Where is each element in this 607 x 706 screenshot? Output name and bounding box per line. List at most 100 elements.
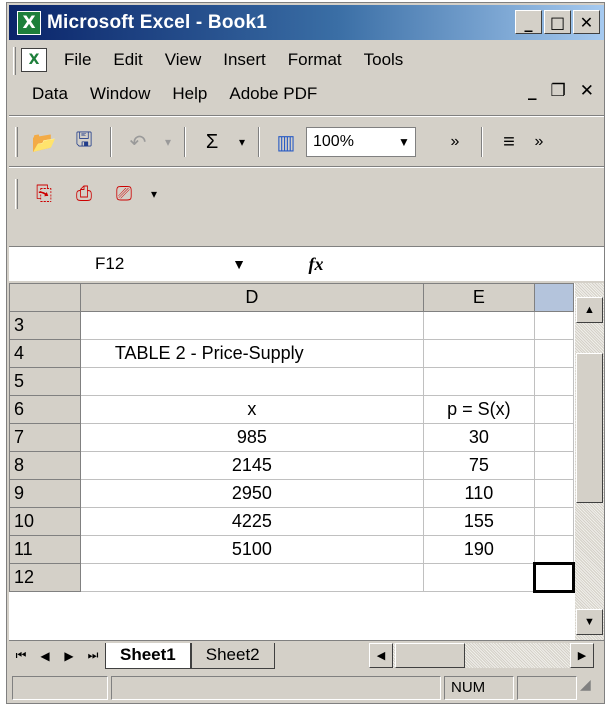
cell-f11[interactable] bbox=[533, 535, 575, 564]
open-button[interactable]: 📂 bbox=[27, 125, 61, 159]
cell-d6[interactable]: x bbox=[79, 395, 424, 424]
menu-file[interactable]: File bbox=[53, 50, 102, 70]
cell-e7[interactable]: 30 bbox=[422, 423, 535, 452]
vertical-scroll-thumb[interactable] bbox=[576, 353, 603, 503]
toolbar-options-button[interactable]: » bbox=[438, 125, 472, 159]
menu-help[interactable]: Help bbox=[161, 84, 218, 104]
minimize-button[interactable]: _ bbox=[515, 10, 542, 34]
menu-window[interactable]: Window bbox=[79, 84, 161, 104]
menu-edit[interactable]: Edit bbox=[102, 50, 153, 70]
row-header[interactable]: 12 bbox=[9, 563, 81, 592]
row-header[interactable]: 8 bbox=[9, 451, 81, 480]
prev-sheet-button[interactable]: ◀ bbox=[33, 649, 57, 663]
save-button[interactable]: 🖫 bbox=[67, 125, 101, 159]
cell-e11[interactable]: 190 bbox=[422, 535, 535, 564]
row-header[interactable]: 9 bbox=[9, 479, 81, 508]
cell-f9[interactable] bbox=[533, 479, 575, 508]
cell-e12[interactable] bbox=[422, 563, 535, 592]
cell-f3[interactable] bbox=[533, 311, 575, 340]
cell-e3[interactable] bbox=[422, 311, 535, 340]
row-header[interactable]: 7 bbox=[9, 423, 81, 452]
doc-minimize-button[interactable]: _ bbox=[528, 81, 537, 101]
row-header[interactable]: 11 bbox=[9, 535, 81, 564]
cell-f5[interactable] bbox=[533, 367, 575, 396]
cell-d7[interactable]: 985 bbox=[79, 423, 424, 452]
column-header-f[interactable] bbox=[533, 283, 575, 312]
pdf-review-button[interactable]: ⎚ bbox=[107, 177, 141, 211]
tab-sheet1[interactable]: Sheet1 bbox=[105, 642, 191, 669]
cell-e8[interactable]: 75 bbox=[422, 451, 535, 480]
toolbar-grip[interactable] bbox=[15, 127, 18, 157]
scroll-up-button[interactable]: ▲ bbox=[576, 297, 603, 323]
row-header[interactable]: 3 bbox=[9, 311, 81, 340]
horizontal-scrollbar[interactable]: ◀ ▶ bbox=[369, 643, 594, 668]
menu-insert[interactable]: Insert bbox=[212, 50, 277, 70]
worksheet-grid[interactable]: D E 3 4 TABLE 2 - Price-Supply 5 6 x p =… bbox=[9, 283, 575, 640]
cell-f4[interactable] bbox=[533, 339, 575, 368]
cell-d9[interactable]: 2950 bbox=[79, 479, 424, 508]
toolbar-grip[interactable] bbox=[15, 179, 18, 209]
row-header[interactable]: 6 bbox=[9, 395, 81, 424]
doc-close-button[interactable]: ✕ bbox=[580, 81, 594, 101]
select-all-corner[interactable] bbox=[9, 283, 81, 312]
vertical-scrollbar[interactable]: ▲ ▼ bbox=[575, 283, 604, 640]
name-box[interactable]: F12 bbox=[9, 248, 209, 281]
pdf-dropdown[interactable]: ▾ bbox=[147, 177, 161, 211]
formula-input[interactable] bbox=[363, 248, 604, 281]
convert-and-email-button[interactable]: ⎙ bbox=[67, 177, 101, 211]
cell-d12[interactable] bbox=[79, 563, 424, 592]
next-sheet-button[interactable]: ▶ bbox=[57, 649, 81, 663]
toolbar-options-button-2[interactable]: » bbox=[532, 125, 546, 159]
cell-d8[interactable]: 2145 bbox=[79, 451, 424, 480]
cell-e6[interactable]: p = S(x) bbox=[422, 395, 535, 424]
horizontal-scroll-thumb[interactable] bbox=[395, 643, 465, 668]
last-sheet-button[interactable]: ⏭ bbox=[81, 648, 105, 663]
cell-e4[interactable] bbox=[422, 339, 535, 368]
cell-d10[interactable]: 4225 bbox=[79, 507, 424, 536]
cell-e9[interactable]: 110 bbox=[422, 479, 535, 508]
menu-adobe-pdf[interactable]: Adobe PDF bbox=[218, 84, 328, 104]
close-button[interactable]: ✕ bbox=[573, 10, 600, 34]
document-icon[interactable]: X bbox=[21, 47, 47, 72]
align-button[interactable]: ≡ bbox=[492, 125, 526, 159]
cell-f7[interactable] bbox=[533, 423, 575, 452]
chart-wizard-button[interactable]: ▥ bbox=[269, 125, 303, 159]
cell-d5[interactable] bbox=[79, 367, 424, 396]
row-header[interactable]: 5 bbox=[9, 367, 81, 396]
cell-d3[interactable] bbox=[79, 311, 424, 340]
undo-dropdown[interactable]: ▾ bbox=[161, 125, 175, 159]
cell-f10[interactable] bbox=[533, 507, 575, 536]
scroll-left-button[interactable]: ◀ bbox=[369, 643, 393, 668]
cell-d4[interactable]: TABLE 2 - Price-Supply bbox=[79, 339, 424, 368]
resize-grip-icon[interactable]: ◢ bbox=[580, 676, 600, 700]
tab-sheet2[interactable]: Sheet2 bbox=[190, 642, 275, 669]
menu-format[interactable]: Format bbox=[277, 50, 353, 70]
menu-grip[interactable] bbox=[13, 47, 16, 75]
row-header[interactable]: 10 bbox=[9, 507, 81, 536]
cell-d11[interactable]: 5100 bbox=[79, 535, 424, 564]
title-bar[interactable]: X Microsoft Excel - Book1 _ □ ✕ bbox=[9, 5, 604, 40]
convert-to-pdf-button[interactable]: ⎘ bbox=[27, 177, 61, 211]
scroll-down-button[interactable]: ▼ bbox=[576, 609, 603, 635]
column-header-e[interactable]: E bbox=[422, 283, 535, 312]
fx-icon[interactable]: fx bbox=[269, 254, 363, 275]
autosum-button[interactable]: Σ bbox=[195, 125, 229, 159]
doc-restore-button[interactable]: ❐ bbox=[551, 81, 566, 101]
scroll-right-button[interactable]: ▶ bbox=[570, 643, 594, 668]
row-header[interactable]: 4 bbox=[9, 339, 81, 368]
cell-f8[interactable] bbox=[533, 451, 575, 480]
first-sheet-button[interactable]: ⏮ bbox=[9, 648, 33, 663]
cell-e10[interactable]: 155 bbox=[422, 507, 535, 536]
menu-tools[interactable]: Tools bbox=[353, 50, 415, 70]
menu-data[interactable]: Data bbox=[21, 84, 79, 104]
cell-f12[interactable] bbox=[532, 562, 575, 593]
zoom-select[interactable]: 100% ▼ bbox=[306, 127, 416, 157]
chevron-down-icon[interactable]: ▼ bbox=[209, 256, 269, 272]
excel-icon[interactable]: X bbox=[17, 10, 41, 35]
cell-f6[interactable] bbox=[533, 395, 575, 424]
autosum-dropdown[interactable]: ▾ bbox=[235, 125, 249, 159]
menu-view[interactable]: View bbox=[154, 50, 213, 70]
column-header-d[interactable]: D bbox=[79, 283, 424, 312]
undo-button[interactable]: ↶ bbox=[121, 125, 155, 159]
cell-e5[interactable] bbox=[422, 367, 535, 396]
